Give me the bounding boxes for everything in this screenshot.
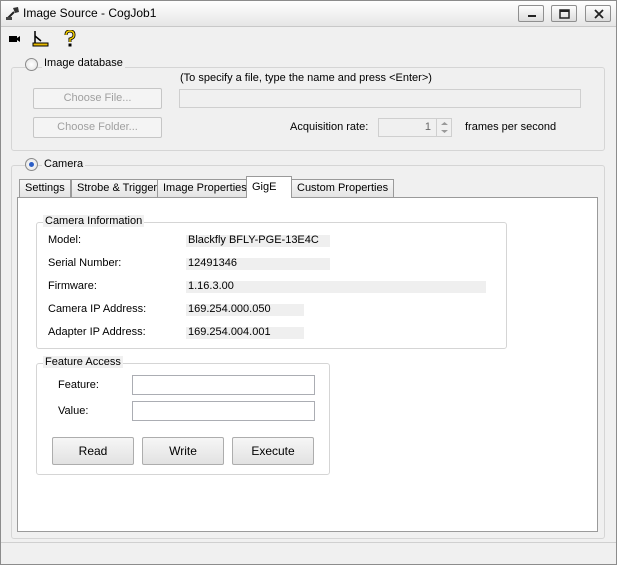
acquisition-rate-label: Acquisition rate:: [290, 121, 369, 133]
read-button[interactable]: Read: [52, 437, 134, 465]
camera-radio[interactable]: [25, 158, 38, 171]
minimize-icon: [528, 15, 536, 17]
choose-file-button[interactable]: Choose File...: [33, 88, 162, 109]
file-hint-text: (To specify a file, type the name and pr…: [180, 72, 432, 84]
status-bar: [1, 542, 616, 564]
file-path-field[interactable]: [179, 89, 581, 108]
image-source-window: Image Source - CogJob1 Image database (T…: [0, 0, 617, 565]
spinner-arrows[interactable]: [436, 119, 451, 136]
image-database-radio[interactable]: [25, 58, 38, 71]
maximize-button[interactable]: [551, 5, 577, 22]
tab-label: Strobe & Trigger: [77, 182, 158, 194]
close-icon: [594, 9, 604, 19]
write-button[interactable]: Write: [142, 437, 224, 465]
serial-number-label: Serial Number:: [48, 257, 122, 269]
tab-gige[interactable]: GigE: [246, 176, 292, 198]
toolbar: [1, 28, 616, 50]
adapter-ip-value: 169.254.004.001: [188, 326, 271, 338]
camera-icon[interactable]: [9, 34, 21, 42]
read-label: Read: [78, 444, 108, 458]
value-input[interactable]: [133, 402, 314, 420]
feature-label: Feature:: [58, 379, 99, 391]
camera-information-title: Camera Information: [43, 215, 145, 227]
adapter-ip-label: Adapter IP Address:: [48, 326, 146, 338]
feature-input[interactable]: [133, 376, 314, 394]
help-icon[interactable]: [63, 29, 77, 47]
choose-folder-button[interactable]: Choose Folder...: [33, 117, 162, 138]
window-title: Image Source - CogJob1: [23, 6, 157, 20]
execute-button[interactable]: Execute: [232, 437, 314, 465]
tab-settings[interactable]: Settings: [19, 179, 71, 197]
choose-file-label: Choose File...: [63, 92, 132, 104]
firmware-label: Firmware:: [48, 280, 97, 292]
gige-tab-panel: Camera Information Model: Blackfly BFLY-…: [17, 197, 598, 532]
minimize-button[interactable]: [518, 5, 544, 22]
tab-label: GigE: [252, 181, 277, 193]
camera-ip-value: 169.254.000.050: [188, 303, 271, 315]
model-label: Model:: [48, 234, 82, 246]
serial-number-value: 12491346: [188, 257, 237, 269]
tab-image-properties[interactable]: Image Properties: [157, 179, 253, 197]
app-icon: [5, 5, 21, 21]
execute-label: Execute: [251, 444, 295, 458]
tab-label: Custom Properties: [297, 182, 389, 194]
firmware-value: 1.16.3.00: [188, 280, 234, 292]
value-label: Value:: [58, 405, 89, 417]
model-value: Blackfly BFLY-PGE-13E4C: [188, 234, 319, 246]
title-bar: Image Source - CogJob1: [1, 1, 616, 27]
camera-ip-label: Camera IP Address:: [48, 303, 147, 315]
tab-label: Settings: [25, 182, 65, 194]
maximize-icon: [559, 9, 570, 19]
choose-folder-label: Choose Folder...: [57, 121, 138, 133]
tab-label: Image Properties: [163, 182, 247, 194]
acquisition-rate-spinner[interactable]: 1: [378, 118, 452, 137]
feature-field[interactable]: [132, 375, 315, 395]
tab-custom-properties[interactable]: Custom Properties: [291, 179, 395, 197]
write-label: Write: [169, 444, 197, 458]
acquisition-rate-value: 1: [424, 121, 431, 133]
value-field[interactable]: [132, 401, 315, 421]
spinner-up-down-icon: [441, 122, 448, 133]
acquire-icon[interactable]: [32, 30, 50, 47]
image-database-label[interactable]: Image database: [42, 57, 125, 69]
frames-per-second-label: frames per second: [465, 121, 557, 133]
camera-label[interactable]: Camera: [42, 158, 86, 170]
file-path-input[interactable]: [180, 90, 580, 107]
feature-access-title: Feature Access: [43, 356, 123, 368]
tab-strobe-trigger[interactable]: Strobe & Trigger: [71, 179, 164, 197]
close-button[interactable]: [585, 5, 611, 22]
